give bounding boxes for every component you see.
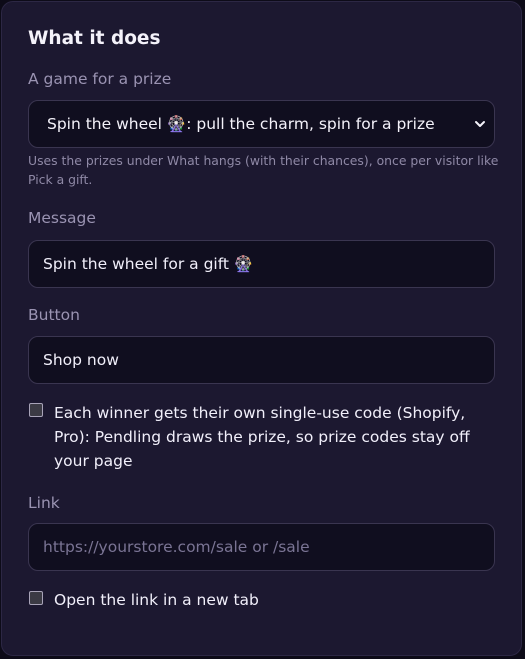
new-tab-checkbox[interactable]: [29, 591, 43, 605]
new-tab-label: Open the link in a new tab: [54, 591, 259, 609]
game-select-value: Spin the wheel 🎡: pull the charm, spin f…: [47, 115, 435, 133]
link-label: Link: [28, 494, 60, 512]
link-input[interactable]: [28, 523, 495, 571]
game-hint: Uses the prizes under What hangs (with t…: [28, 153, 499, 187]
message-input[interactable]: [28, 240, 495, 288]
chevron-down-icon: [475, 121, 485, 127]
button-label: Button: [28, 306, 80, 324]
game-select[interactable]: Spin the wheel 🎡: pull the charm, spin f…: [28, 100, 495, 148]
message-label: Message: [28, 209, 96, 227]
game-label: A game for a prize: [28, 70, 172, 88]
section-title: What it does: [28, 28, 161, 49]
unique-code-label: Each winner gets their own single-use co…: [54, 404, 470, 470]
button-text-input[interactable]: [28, 336, 495, 384]
unique-code-checkbox[interactable]: [29, 403, 43, 417]
